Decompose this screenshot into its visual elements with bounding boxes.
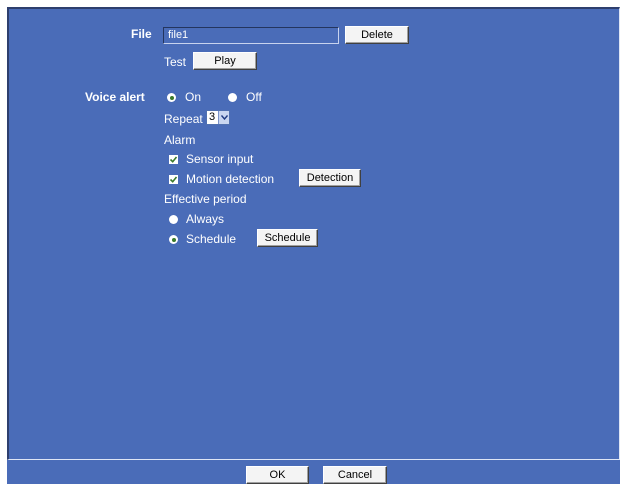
- voice-alert-on-label: On: [185, 90, 202, 104]
- play-button[interactable]: Play: [193, 52, 257, 70]
- repeat-value: 3: [209, 111, 216, 123]
- chevron-down-icon[interactable]: [218, 111, 229, 124]
- schedule-button[interactable]: Schedule: [257, 229, 318, 247]
- footer-bar: OK Cancel: [7, 460, 620, 484]
- effective-period-label: Effective period: [164, 192, 247, 206]
- motion-detection-checkbox[interactable]: [169, 175, 178, 184]
- delete-button[interactable]: Delete: [345, 26, 409, 44]
- repeat-select[interactable]: 3: [206, 110, 230, 125]
- ok-button[interactable]: OK: [246, 466, 309, 484]
- always-label: Always: [186, 212, 225, 226]
- file-label: File: [131, 27, 152, 41]
- always-radio[interactable]: [169, 215, 178, 224]
- sensor-input-checkbox[interactable]: [169, 155, 178, 164]
- test-label: Test: [164, 55, 187, 69]
- alarm-label: Alarm: [164, 133, 196, 147]
- schedule-label: Schedule: [186, 232, 237, 246]
- filename-field[interactable]: file1: [163, 27, 339, 44]
- detection-button[interactable]: Detection: [299, 169, 361, 187]
- checkmark-icon: [169, 156, 178, 163]
- schedule-radio[interactable]: [169, 235, 178, 244]
- voice-alert-off-label: Off: [246, 90, 262, 104]
- voice-alert-on-radio[interactable]: [167, 93, 176, 102]
- cancel-button[interactable]: Cancel: [323, 466, 387, 484]
- sensor-input-label: Sensor input: [186, 152, 254, 166]
- motion-detection-label: Motion detection: [186, 172, 275, 186]
- checkmark-icon: [169, 176, 178, 183]
- voice-alert-label: Voice alert: [85, 90, 145, 104]
- voice-alert-off-radio[interactable]: [228, 93, 237, 102]
- repeat-label: Repeat: [164, 112, 203, 126]
- settings-panel: File file1 Delete Test Play Voice alert …: [7, 7, 620, 460]
